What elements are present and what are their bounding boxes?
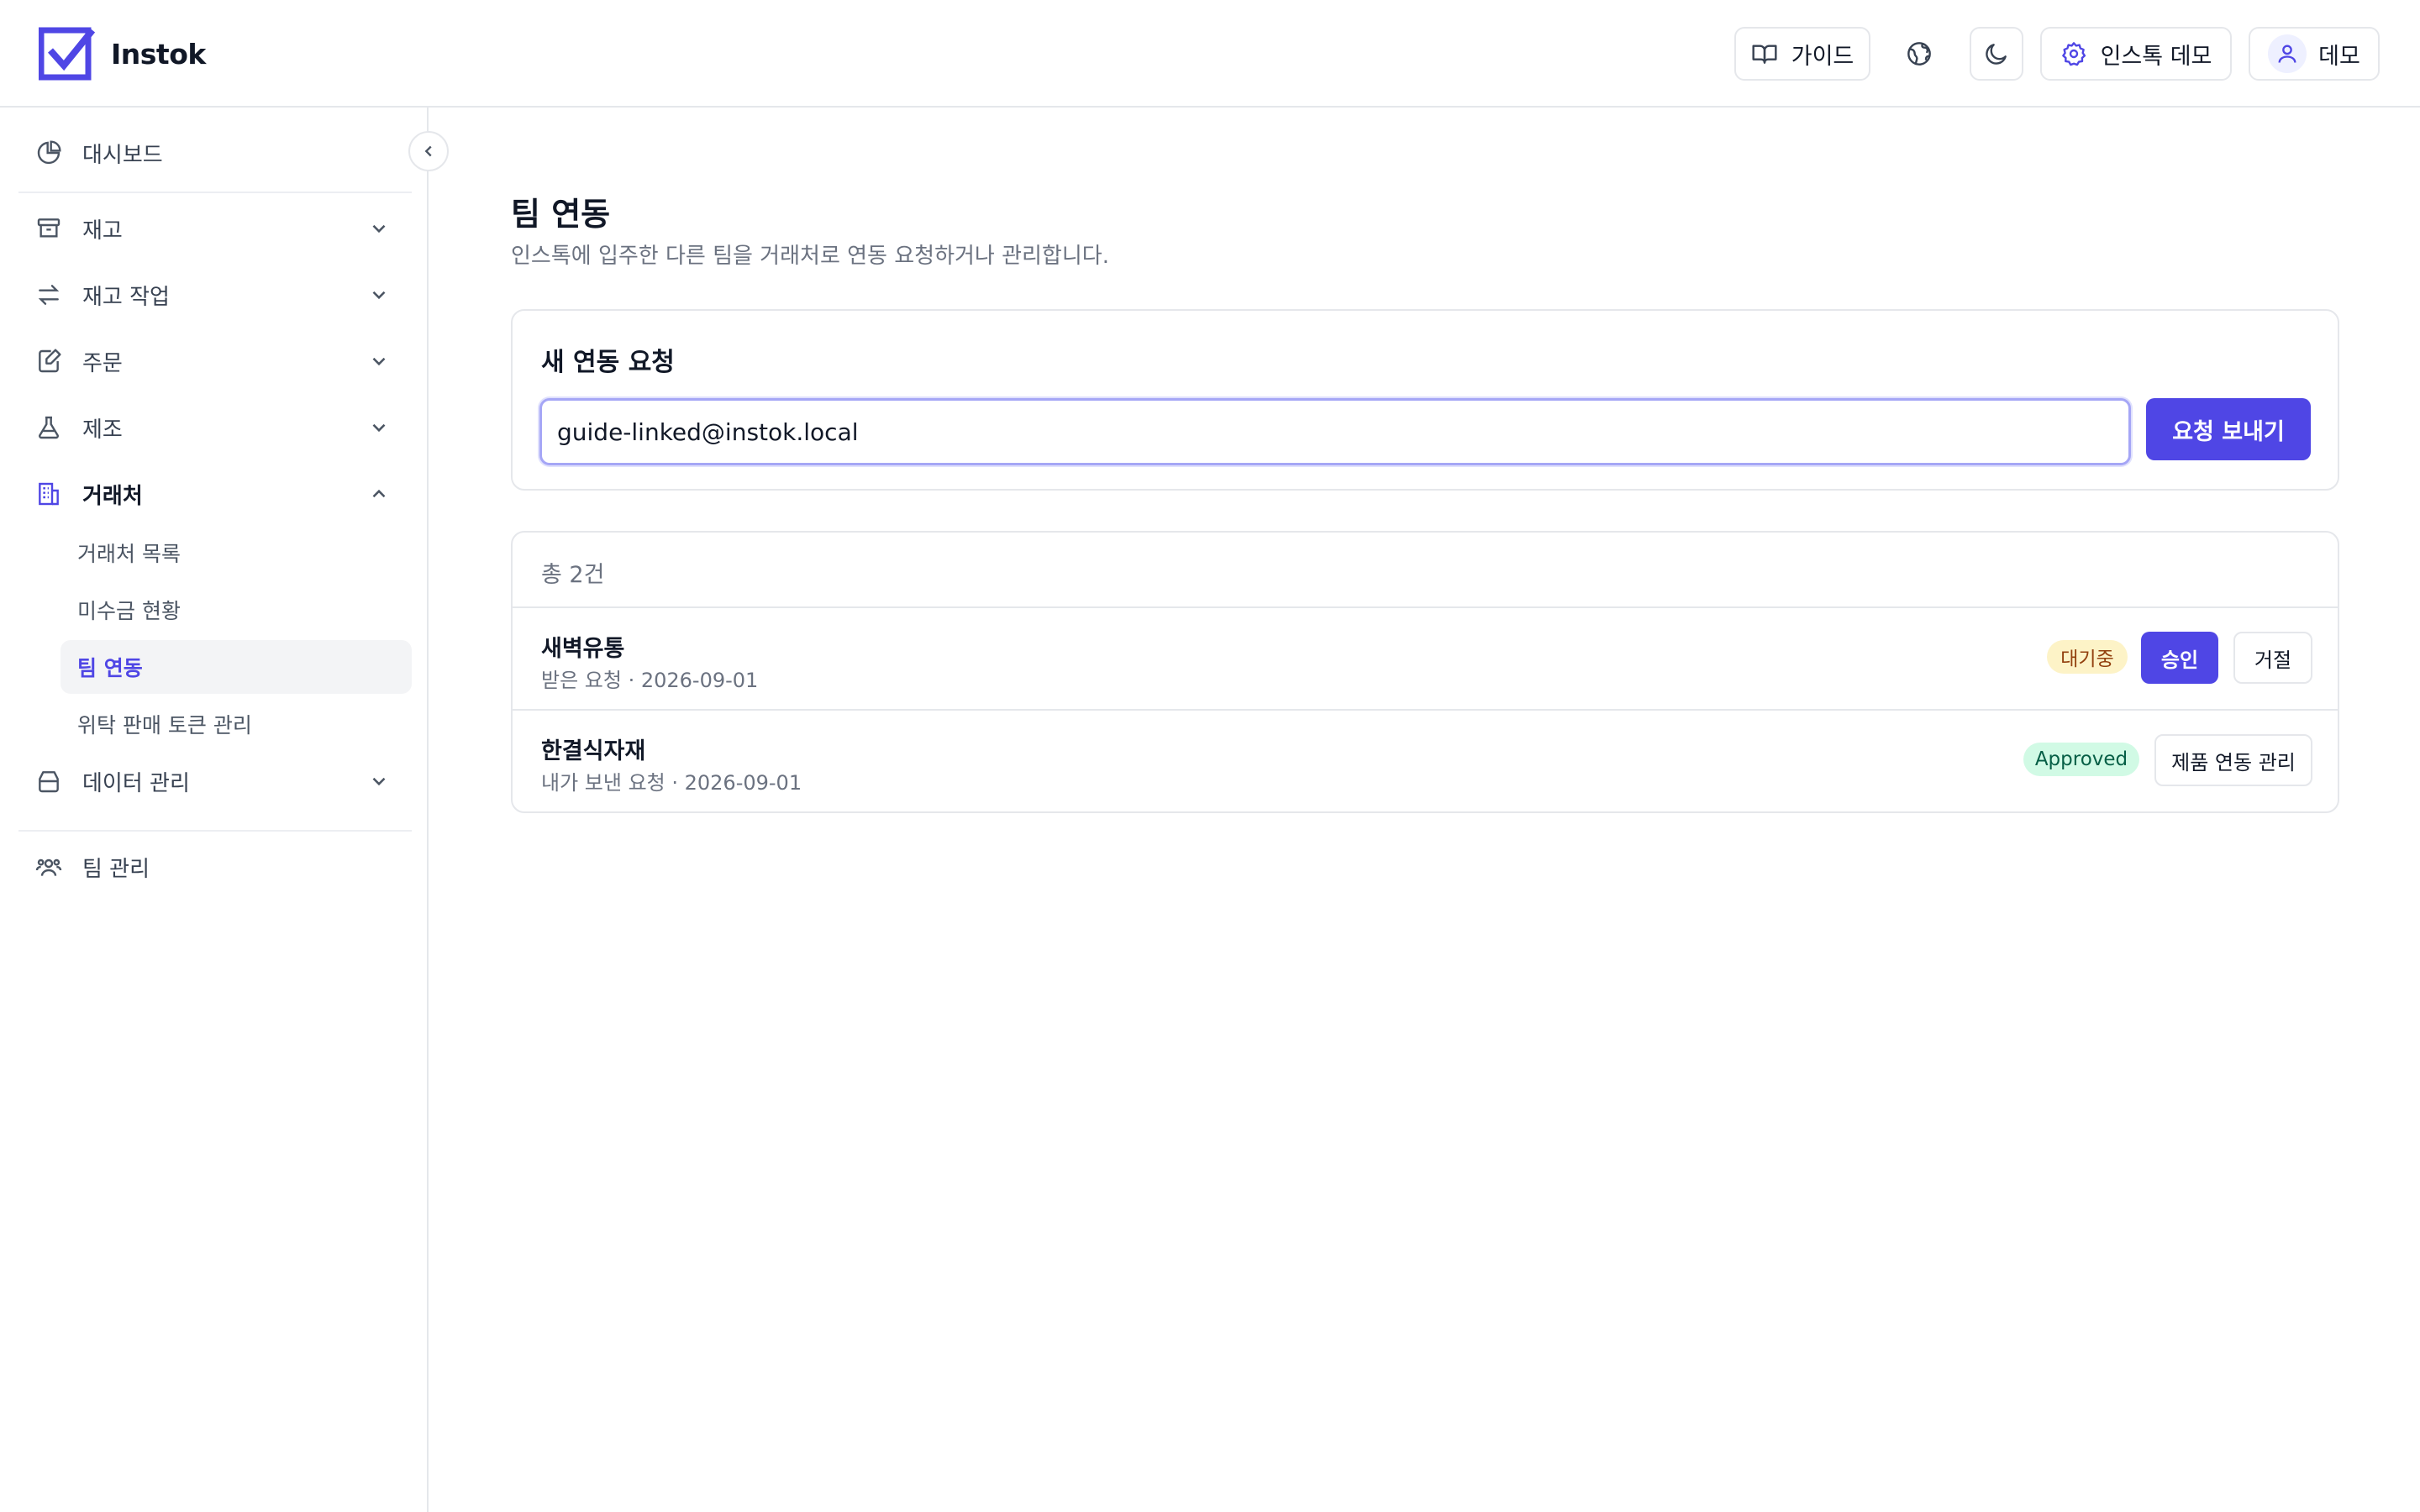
logo-checkbox-icon xyxy=(39,27,96,81)
partner-name: 한결식자재 xyxy=(541,738,646,764)
row-divider xyxy=(513,606,2338,608)
link-list-card: 총 2건 새벽유통 받은 요청 · 2026-09-01 대기중 승인 거절 한… xyxy=(511,531,2339,813)
user-icon xyxy=(2278,45,2296,63)
language-button[interactable] xyxy=(1876,27,1963,81)
gear-icon xyxy=(2061,42,2086,66)
partner-name: 새벽유통 xyxy=(541,636,625,662)
chevron-down-icon xyxy=(372,224,386,234)
status-badge: Approved xyxy=(2023,743,2139,776)
building-icon xyxy=(35,480,62,507)
sidebar-label: 데이터 관리 xyxy=(82,770,190,796)
send-request-button[interactable]: 요청 보내기 xyxy=(2146,398,2311,460)
sidebar-label: 거래처 xyxy=(82,483,143,509)
sidebar-divider xyxy=(18,830,412,832)
status-badge: 대기중 xyxy=(2047,640,2128,674)
edit-document-icon xyxy=(35,348,62,375)
theme-toggle-button[interactable] xyxy=(1970,27,2023,81)
flask-icon xyxy=(35,414,62,441)
sidebar-item-team-management[interactable]: 팀 관리 xyxy=(18,840,412,894)
sidebar-sub-label: 거래처 목록 xyxy=(77,542,181,566)
sidebar-subitem-consignment-tokens[interactable]: 위탁 판매 토큰 관리 xyxy=(60,697,412,751)
guide-label: 가이드 xyxy=(1791,43,1854,70)
sidebar-collapse-button[interactable] xyxy=(408,131,449,171)
reject-button[interactable]: 거절 xyxy=(2233,632,2312,684)
pie-chart-icon xyxy=(35,139,62,166)
new-request-title: 새 연동 요청 xyxy=(541,348,675,377)
database-icon xyxy=(35,768,62,795)
sidebar-item-orders[interactable]: 주문 xyxy=(18,334,412,388)
chevron-down-icon xyxy=(372,777,386,786)
sidebar-sub-label: 위탁 판매 토큰 관리 xyxy=(77,713,252,738)
sidebar-label: 재고 작업 xyxy=(82,284,170,310)
sidebar-item-inventory[interactable]: 재고 xyxy=(18,202,412,255)
sidebar-label: 제조 xyxy=(82,417,123,443)
sidebar-label: 재고 xyxy=(82,218,123,244)
approve-button[interactable]: 승인 xyxy=(2141,632,2218,684)
sidebar-item-data-management[interactable]: 데이터 관리 xyxy=(18,754,412,808)
guide-button[interactable]: 가이드 xyxy=(1734,27,1870,81)
chevron-up-icon xyxy=(372,489,386,498)
moon-icon xyxy=(1986,44,2007,65)
sidebar-item-manufacturing[interactable]: 제조 xyxy=(18,401,412,454)
globe-icon xyxy=(1907,42,1931,66)
user-menu-button[interactable]: 데모 xyxy=(2249,27,2380,81)
sidebar-divider xyxy=(18,192,412,193)
sidebar-label: 팀 관리 xyxy=(82,856,150,882)
sidebar-sub-label: 팀 연동 xyxy=(77,656,143,680)
archive-icon xyxy=(35,215,62,242)
sidebar: 대시보드 재고 재고 작업 주문 제조 거래처 거래처 목록 미수금 현황 팀 … xyxy=(0,108,429,1512)
sidebar-subitem-receivables[interactable]: 미수금 현황 xyxy=(60,583,412,637)
request-meta: 내가 보낸 요청 · 2026-09-01 xyxy=(541,771,802,795)
users-icon xyxy=(35,853,62,880)
sidebar-item-dashboard[interactable]: 대시보드 xyxy=(18,126,412,180)
app-name: Instok xyxy=(111,37,206,71)
sidebar-label: 대시보드 xyxy=(82,142,163,168)
sidebar-subitem-team-link[interactable]: 팀 연동 xyxy=(60,640,412,694)
top-header: Instok 가이드 인스톡 데모 데모 xyxy=(0,0,2420,108)
organization-label: 인스톡 데모 xyxy=(2100,43,2212,70)
sidebar-item-inventory-ops[interactable]: 재고 작업 xyxy=(18,268,412,322)
avatar xyxy=(2268,34,2307,73)
page-title: 팀 연동 xyxy=(511,196,611,233)
organization-button[interactable]: 인스톡 데모 xyxy=(2040,27,2232,81)
manage-product-link-button[interactable]: 제품 연동 관리 xyxy=(2154,734,2312,786)
request-meta: 받은 요청 · 2026-09-01 xyxy=(541,669,759,692)
sidebar-label: 주문 xyxy=(82,350,123,376)
chevron-down-icon xyxy=(372,357,386,366)
arrows-exchange-icon xyxy=(35,281,62,308)
sidebar-sub-label: 미수금 현황 xyxy=(77,599,181,623)
app-logo[interactable]: Instok xyxy=(39,25,206,82)
new-request-card: 새 연동 요청 요청 보내기 xyxy=(511,309,2339,491)
row-divider xyxy=(513,709,2338,711)
email-input[interactable] xyxy=(539,398,2131,465)
list-count: 총 2건 xyxy=(541,562,605,588)
page-subtitle: 인스톡에 입주한 다른 팀을 거래처로 연동 요청하거나 관리합니다. xyxy=(511,244,1109,269)
chevron-left-icon xyxy=(424,145,432,157)
book-open-icon xyxy=(1752,45,1777,64)
sidebar-item-partners[interactable]: 거래처 xyxy=(18,467,412,521)
chevron-down-icon xyxy=(372,291,386,300)
chevron-down-icon xyxy=(372,423,386,433)
user-label: 데모 xyxy=(2318,43,2360,70)
sidebar-subitem-partner-list[interactable]: 거래처 목록 xyxy=(60,526,412,580)
